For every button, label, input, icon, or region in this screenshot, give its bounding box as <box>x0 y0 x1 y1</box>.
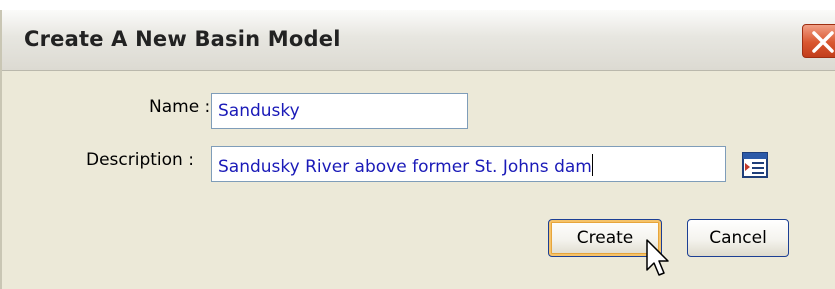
close-icon <box>812 31 834 53</box>
title-bar[interactable]: Create A New Basin Model <box>2 10 835 71</box>
description-field[interactable]: Sandusky River above former St. Johns da… <box>211 146 726 182</box>
cancel-button-label: Cancel <box>709 228 767 248</box>
dialog-title: Create A New Basin Model <box>24 27 341 51</box>
mouse-pointer-icon <box>645 238 669 282</box>
text-caret <box>591 154 593 176</box>
close-button[interactable] <box>802 24 835 58</box>
description-editor-button[interactable] <box>740 150 776 186</box>
description-editor-icon <box>742 152 768 178</box>
description-value: Sandusky River above former St. Johns da… <box>218 157 592 177</box>
description-label: Description : <box>86 150 194 170</box>
create-basin-model-dialog: Create A New Basin Model Name : Sandusky… <box>0 10 835 289</box>
create-button-label: Create <box>576 228 634 248</box>
name-label: Name : <box>149 97 211 117</box>
name-field[interactable]: Sandusky <box>211 93 468 129</box>
cancel-button[interactable]: Cancel <box>687 219 789 257</box>
name-value: Sandusky <box>218 101 300 121</box>
